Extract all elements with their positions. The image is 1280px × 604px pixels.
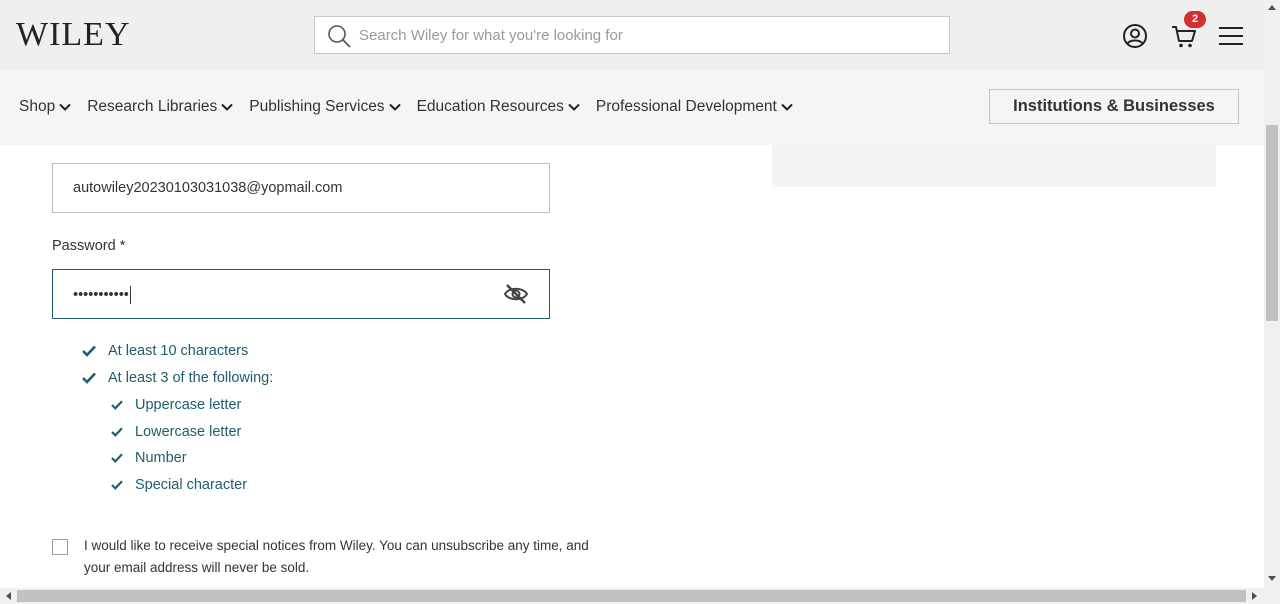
chevron-down-icon [59, 103, 71, 111]
email-value: autowiley20230103031038@yopmail.com [73, 180, 343, 196]
nav-item-education-resources[interactable]: Education Resources [417, 98, 580, 116]
password-value: ••••••••••• [73, 286, 131, 304]
rule-label: Uppercase letter [135, 397, 242, 413]
search-box[interactable] [314, 16, 950, 54]
scrollbar-corner [1264, 588, 1280, 604]
search-input[interactable] [359, 17, 939, 53]
password-field[interactable]: ••••••••••• [52, 269, 550, 319]
hide-password-icon[interactable] [503, 282, 529, 306]
email-field[interactable]: autowiley20230103031038@yopmail.com [52, 163, 550, 213]
menu-icon[interactable] [1217, 23, 1245, 51]
chevron-down-icon [388, 103, 401, 111]
nav-item-label: Publishing Services [249, 98, 385, 115]
nav-item-label: Professional Development [595, 98, 777, 115]
optin-label: I would like to receive special notices … [84, 538, 589, 575]
nav-item-label: Education Resources [416, 98, 564, 115]
check-icon [111, 427, 123, 437]
nav-item-professional-development[interactable]: Professional Development [596, 98, 793, 116]
wiley-logo[interactable]: WILEY [16, 18, 131, 52]
rule-special: Special character [111, 477, 247, 493]
nav-item-shop[interactable]: Shop [19, 98, 71, 116]
check-icon [111, 453, 123, 463]
rule-three-of: At least 3 of the following: [82, 370, 273, 386]
rule-lowercase: Lowercase letter [111, 424, 241, 440]
rule-min-chars: At least 10 characters [82, 343, 248, 359]
nav-item-label: Shop [19, 98, 56, 115]
rule-label: At least 10 characters [108, 343, 249, 359]
text-caret [129, 286, 131, 304]
chevron-down-icon [568, 103, 580, 111]
cart-count-badge: 2 [1184, 11, 1206, 28]
rule-label: At least 3 of the following: [108, 370, 274, 386]
scroll-up-arrow-icon[interactable] [1267, 3, 1277, 11]
scroll-down-arrow-icon[interactable] [1267, 575, 1277, 583]
check-icon [82, 345, 96, 357]
check-icon [82, 372, 96, 384]
nav-item-publishing-services[interactable]: Publishing Services [249, 98, 401, 116]
main-nav: Shop Research Libraries Publishing Servi… [0, 70, 1264, 145]
rule-label: Number [135, 450, 187, 466]
chevron-down-icon [221, 103, 234, 111]
rule-uppercase: Uppercase letter [111, 397, 241, 413]
rule-label: Special character [135, 477, 248, 493]
chevron-down-icon [781, 103, 793, 111]
institutions-businesses-button[interactable]: Institutions & Businesses [989, 89, 1239, 124]
search-icon[interactable] [327, 24, 351, 48]
account-icon[interactable] [1121, 22, 1149, 50]
optin-checkbox[interactable] [52, 539, 68, 555]
rule-number: Number [111, 450, 187, 466]
horizontal-scroll-thumb[interactable] [17, 590, 1246, 602]
top-header: WILEY 2 [0, 0, 1264, 70]
side-panel [772, 145, 1216, 187]
nav-item-research-libraries[interactable]: Research Libraries [87, 98, 234, 116]
check-icon [111, 400, 123, 410]
rule-label: Lowercase letter [135, 424, 242, 440]
scroll-left-arrow-icon[interactable] [4, 591, 12, 601]
check-icon [111, 480, 123, 490]
scroll-right-arrow-icon[interactable] [1251, 591, 1259, 601]
password-label: Password * [52, 238, 126, 254]
nav-item-label: Research Libraries [87, 98, 218, 115]
vertical-scroll-thumb[interactable] [1266, 125, 1278, 321]
